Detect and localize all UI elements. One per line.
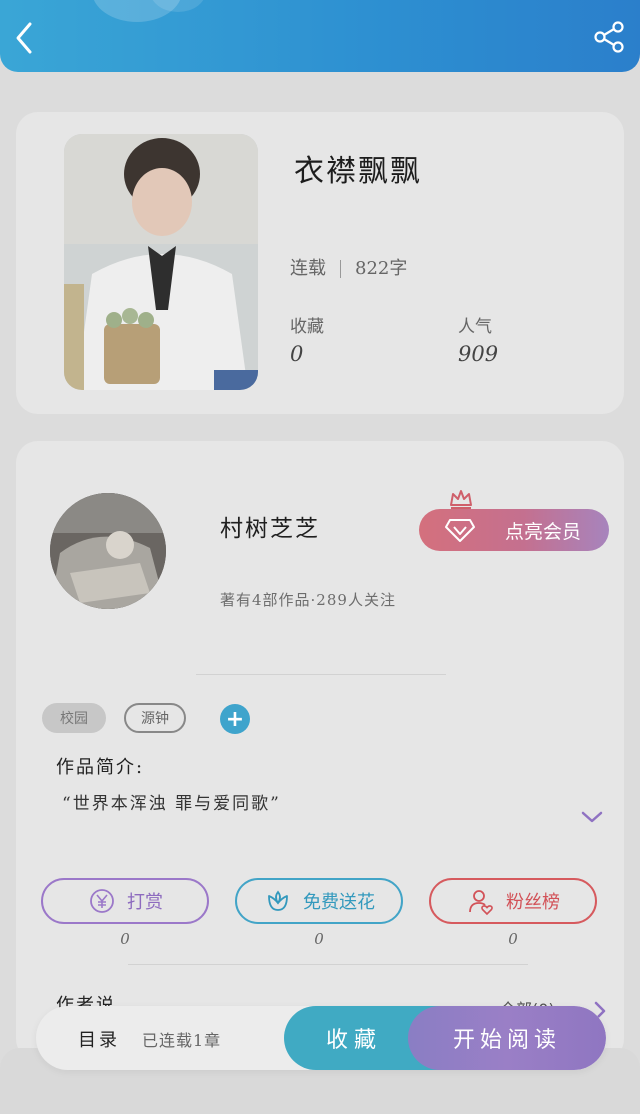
bottom-action-bar: 目录 已连载1章 收藏 开始阅读 <box>36 1006 606 1070</box>
start-reading-button[interactable]: 开始阅读 <box>408 1006 606 1070</box>
chevron-left-icon <box>16 22 32 54</box>
fan-ranking-label: 粉丝榜 <box>506 892 560 913</box>
flower-icon <box>268 890 288 911</box>
author-meta: 著有4部作品·289人关注 <box>220 591 396 609</box>
book-cover-image[interactable] <box>64 134 258 390</box>
reward-label: 打赏 <box>127 892 163 913</box>
vip-button-label: 点亮会员 <box>504 520 581 543</box>
separator <box>340 260 341 278</box>
yen-coin-icon <box>90 889 114 913</box>
crown-icon <box>450 490 472 509</box>
divider <box>128 964 528 965</box>
collect-count-label: 收藏 <box>290 317 324 337</box>
tag-item[interactable]: 源钟 <box>124 703 186 733</box>
cover-illustration <box>64 134 258 390</box>
chevron-down-icon <box>581 811 603 823</box>
book-status-line: 连载 822字 <box>290 254 407 280</box>
add-to-shelf-label: 收藏 <box>325 1028 382 1053</box>
author-detail-card: 村树芝芝 著有4部作品·289人关注 点亮会员 校园 源钟 + 作品简介: “世… <box>16 441 624 1061</box>
top-nav-bar <box>0 0 640 72</box>
book-info-card: 衣襟飘飘 连载 822字 收藏 0 人气 909 <box>16 112 624 414</box>
fan-ranking-button[interactable]: 粉丝榜 <box>429 878 597 924</box>
popularity-label: 人气 <box>458 317 492 337</box>
share-button[interactable] <box>592 20 626 54</box>
share-icon <box>594 21 624 53</box>
collect-count-value: 0 <box>290 342 304 366</box>
add-tag-button[interactable]: + <box>220 704 250 734</box>
flower-count: 0 <box>314 930 324 948</box>
intro-label: 作品简介: <box>56 757 145 778</box>
expand-intro-button[interactable] <box>580 809 604 825</box>
reward-count: 0 <box>120 930 130 948</box>
tag-item[interactable]: 校园 <box>42 703 106 733</box>
word-count: 822字 <box>355 258 408 279</box>
fan-count: 0 <box>508 930 518 948</box>
author-name[interactable]: 村树芝芝 <box>220 509 320 543</box>
author-avatar[interactable] <box>50 493 166 609</box>
popularity-value: 909 <box>458 342 499 366</box>
toc-button[interactable]: 目录 <box>78 1026 120 1052</box>
intro-text: “世界本浑浊 罪与爱同歌” <box>62 794 281 814</box>
diamond-icon <box>445 519 475 542</box>
divider <box>196 674 446 675</box>
fan-ranking-icon <box>469 890 493 916</box>
activate-vip-button[interactable]: 点亮会员 <box>419 509 609 551</box>
reward-button[interactable]: 打赏 <box>41 878 209 924</box>
book-title: 衣襟飘飘 <box>294 154 422 189</box>
send-flower-button[interactable]: 免费送花 <box>235 878 403 924</box>
chapter-progress: 已连载1章 <box>142 1031 222 1050</box>
avatar-image <box>50 493 166 609</box>
back-button[interactable] <box>8 18 44 58</box>
serial-status: 连载 <box>290 258 326 279</box>
send-flower-label: 免费送花 <box>303 892 375 913</box>
